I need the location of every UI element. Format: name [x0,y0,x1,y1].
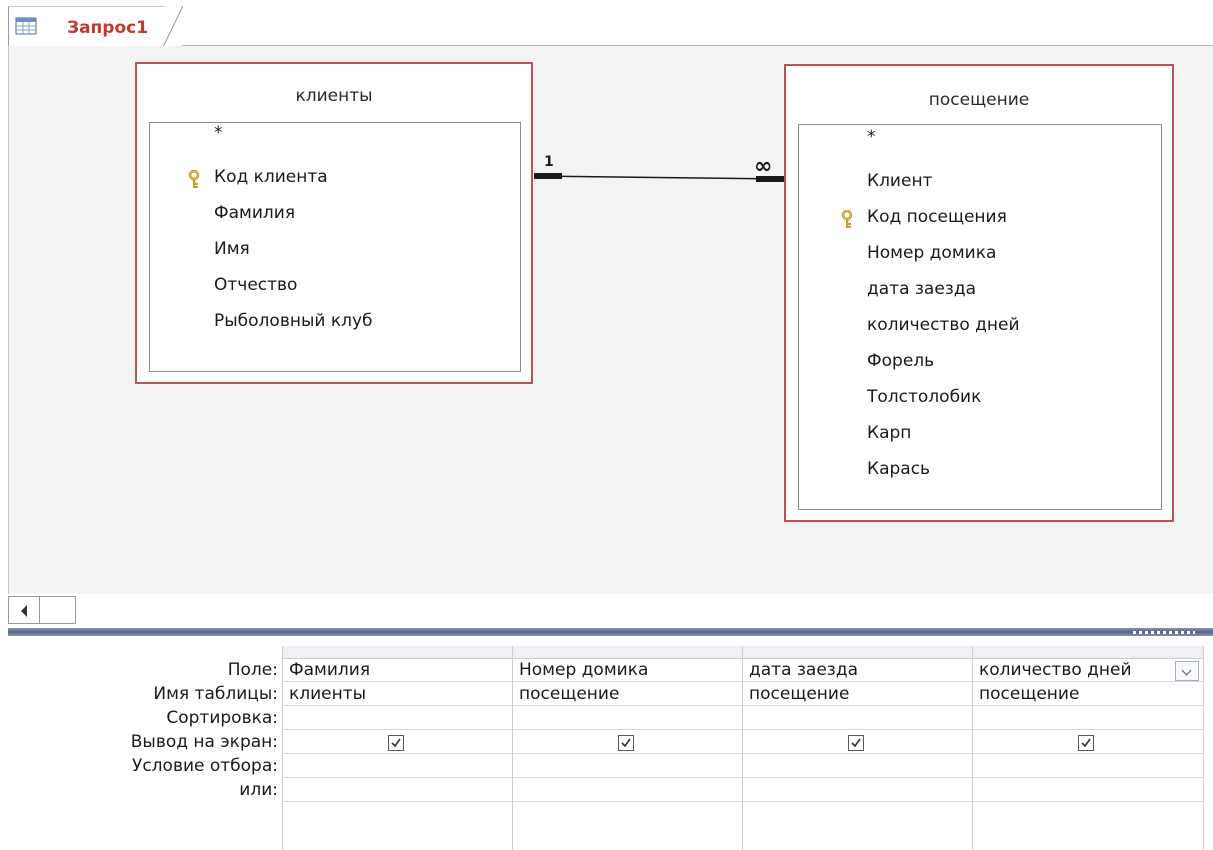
show-checkbox[interactable] [848,735,864,751]
cell-or[interactable] [513,778,742,802]
row-label-criteria: Условие отбора: [131,756,278,776]
row-label-field: Поле: [227,660,278,680]
cell-sort[interactable] [283,706,512,730]
primary-key-icon [839,207,855,228]
grid-columns: Фамилия клиенты Номер домика посещение д… [282,646,1213,850]
splitter-grip[interactable] [1133,631,1195,634]
cell-field[interactable]: количество дней [973,658,1203,682]
cell-show [513,730,742,754]
cell-criteria[interactable] [743,754,972,778]
grid-column: дата заезда посещение [742,646,972,850]
show-checkbox[interactable] [1078,735,1094,751]
show-checkbox[interactable] [388,735,404,751]
cell-sort[interactable] [743,706,972,730]
table-visits-title[interactable]: посещение [786,90,1172,110]
cell-show [743,730,972,754]
cell-table[interactable]: посещение [743,682,972,706]
show-checkbox[interactable] [618,735,634,751]
table-visits[interactable]: посещение * Клиент Код посещения Номер д… [784,64,1174,522]
query-design-area[interactable]: 1 ∞ клиенты * Код клиента Фамилия Имя От… [8,46,1213,594]
grid-column: Номер домика посещение [512,646,742,850]
relationship-many-label: ∞ [754,154,772,179]
cell-table[interactable]: клиенты [283,682,512,706]
row-label-table: Имя таблицы: [153,684,278,704]
pane-splitter[interactable] [8,628,1213,636]
cell-sort[interactable] [513,706,742,730]
cell-field[interactable]: Фамилия [283,658,512,682]
cell-field-value: количество дней [979,660,1132,680]
row-label-sort: Сортировка: [166,708,278,728]
cell-field[interactable]: Номер домика [513,658,742,682]
cell-criteria[interactable] [973,754,1203,778]
relationship-one-label: 1 [544,154,554,170]
cell-criteria[interactable] [513,754,742,778]
table-clients-title[interactable]: клиенты [137,86,531,106]
cell-or[interactable] [973,778,1203,802]
table-clients-field-list[interactable]: * Код клиента Фамилия Имя Отчество Рыбол… [149,122,521,372]
query-icon [15,15,37,35]
grid-column: количество дней посещение [972,646,1204,850]
table-visits-field-list[interactable]: * Клиент Код посещения Номер домика дата… [798,124,1162,510]
cell-show [283,730,512,754]
chevron-down-icon[interactable] [1175,661,1199,681]
table-clients[interactable]: клиенты * Код клиента Фамилия Имя Отчест… [135,62,533,384]
document-tab-strip: Запрос1 [0,0,1213,47]
primary-key-icon [186,167,202,188]
row-label-show: Вывод на экран: [130,732,278,752]
cell-field[interactable]: дата заезда [743,658,972,682]
grid-column: Фамилия клиенты [282,646,512,850]
query-design-grid: Поле: Имя таблицы: Сортировка: Вывод на … [8,636,1213,850]
query-tab-title: Запрос1 [67,18,149,38]
cell-show [973,730,1203,754]
cell-table[interactable]: посещение [973,682,1203,706]
scroll-thumb[interactable] [40,596,76,624]
cell-or[interactable] [283,778,512,802]
query-tab[interactable]: Запрос1 [8,6,183,47]
scroll-left-button[interactable] [8,596,40,624]
cell-or[interactable] [743,778,972,802]
cell-table[interactable]: посещение [513,682,742,706]
cell-sort[interactable] [973,706,1203,730]
cell-criteria[interactable] [283,754,512,778]
design-horizontal-scrollbar[interactable] [8,596,1213,626]
row-label-or: или: [239,780,278,800]
